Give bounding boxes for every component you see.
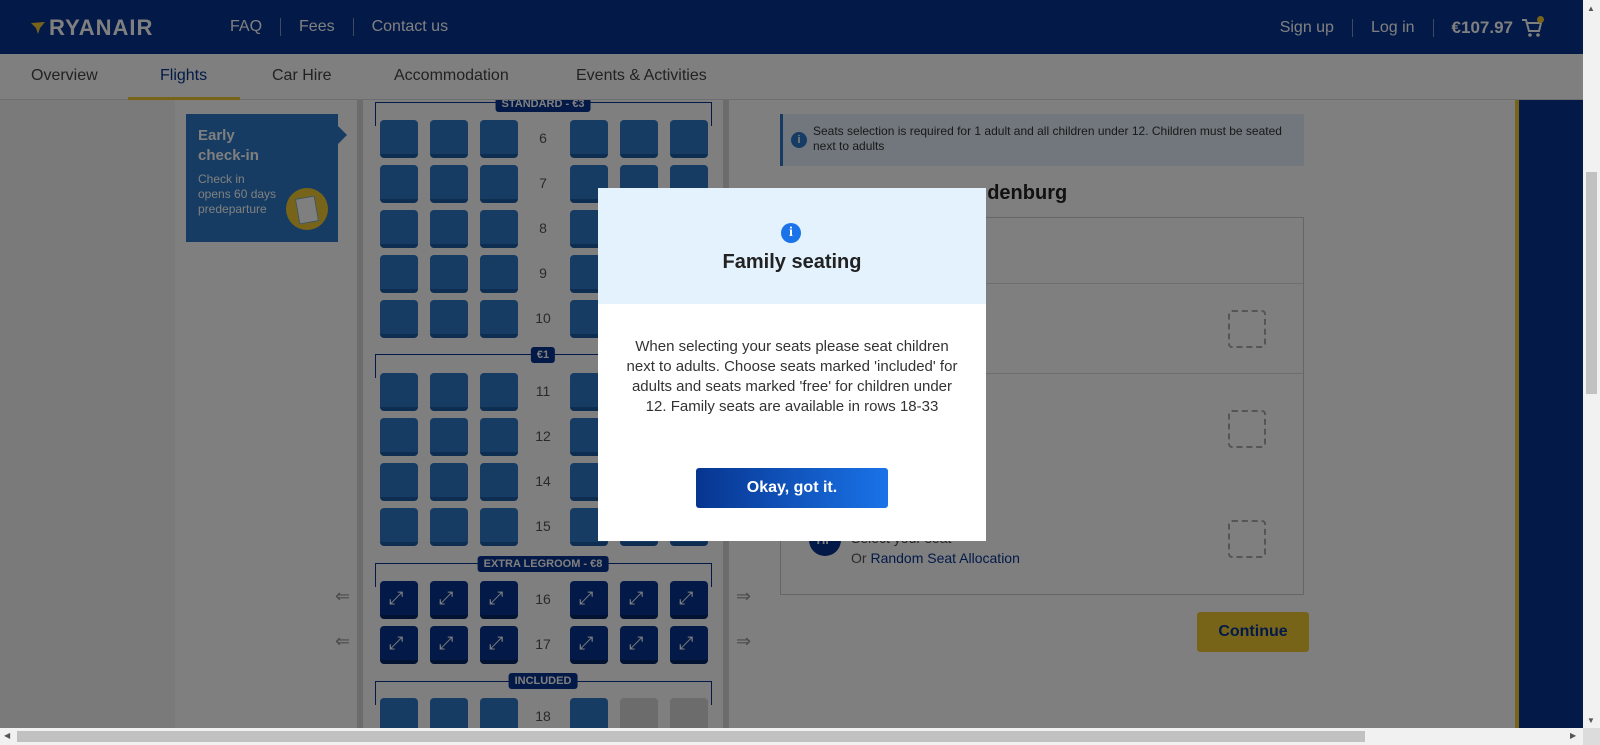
horizontal-scrollbar[interactable]: ◀ ▶ [0, 728, 1583, 745]
okay-got-it-button[interactable]: Okay, got it. [696, 468, 888, 508]
scroll-left-icon[interactable]: ◀ [4, 731, 10, 740]
scrollbar-corner [1583, 728, 1600, 745]
modal-title: Family seating [722, 251, 862, 273]
scroll-down-icon[interactable]: ▼ [1587, 716, 1595, 725]
scrollbar-thumb[interactable] [1586, 172, 1597, 394]
vertical-scrollbar[interactable]: ▲ ▼ [1583, 0, 1600, 728]
family-seating-modal: i Family seating When selecting your sea… [598, 188, 986, 541]
modal-message: When selecting your seats please seat ch… [626, 338, 958, 415]
scroll-right-icon[interactable]: ▶ [1570, 731, 1576, 740]
modal-header: i Family seating [598, 188, 986, 304]
info-icon: i [781, 223, 801, 243]
scroll-up-icon[interactable]: ▲ [1587, 4, 1595, 13]
scrollbar-thumb[interactable] [17, 731, 1365, 742]
